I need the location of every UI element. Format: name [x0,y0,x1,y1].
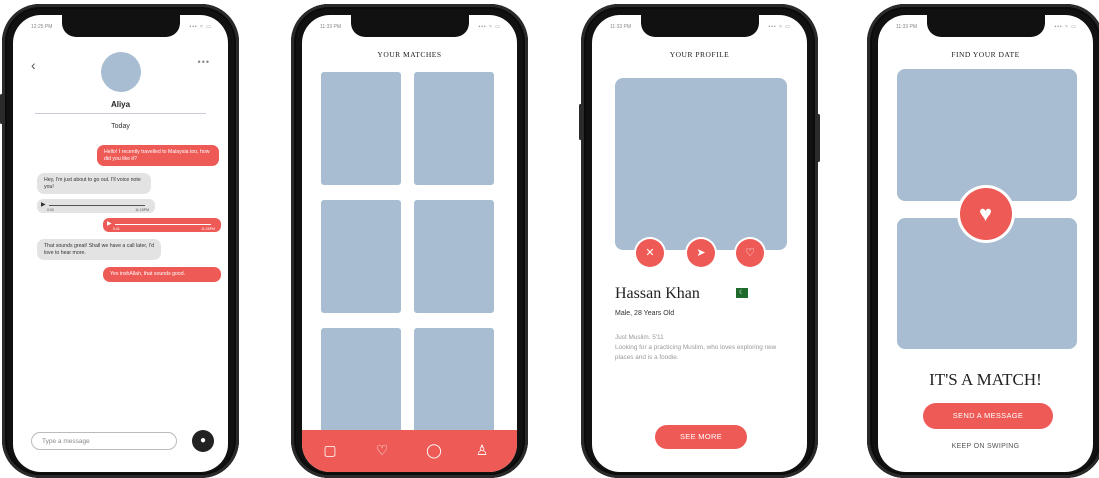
heart-icon: ♥ [959,188,1012,240]
profile-bio: Just Muslim. 5'11 Looking for a practici… [615,333,790,363]
contact-name: Aliya [110,100,131,109]
voice-start-time: 0:00 [47,208,54,212]
page-title: FIND YOUR DATE [951,50,1020,59]
status-icons: ••• ≈ ▭ [189,24,212,30]
status-icons: ••• ≈ ▭ [768,24,791,30]
match-headline: IT'S A MATCH! [929,370,1042,389]
voice-end-time: 11:19PM [135,208,149,212]
status-icons: ••• ≈ ▭ [478,24,501,30]
profile-tagline: Just Muslim. 5'11 [615,334,664,341]
match-screen: 11:33 PM ••• ≈ ▭ FIND YOUR DATE ♥ IT'S A… [878,15,1093,472]
phone-chat: 12:25 PM ••• ≈ ▭ ‹ ••• Aliya Today Hello… [0,4,239,478]
page-title: YOUR PROFILE [669,50,730,59]
tab-bar: ▢ ♡ ◯ ♙ [302,430,517,472]
matches-screen: 11:33 PM ••• ≈ ▭ YOUR MATCHES ▢ ♡ ◯ ♙ [302,15,517,472]
avatar[interactable] [100,52,141,92]
status-icons: ••• ≈ ▭ [1054,24,1077,30]
match-card[interactable] [414,200,494,313]
divider [35,113,206,114]
message-bubble: Yes inshAllah, that sounds good. [103,267,221,282]
status-time: 11:33 PM [610,24,632,30]
play-icon[interactable]: ▶ [107,220,112,227]
notch [926,15,1045,37]
match-card[interactable] [414,72,494,185]
close-icon[interactable]: ✕ [636,239,664,267]
status-time: 12:25 PM [31,24,53,30]
match-card[interactable] [414,328,494,441]
profile-details: Male, 28 Years Old [615,310,675,317]
profile-name: Hassan Khan [615,285,700,302]
profile-photo [615,78,787,250]
chat-screen: 12:25 PM ••• ≈ ▭ ‹ ••• Aliya Today Hello… [13,15,228,472]
voice-progress[interactable] [49,205,145,206]
match-card[interactable] [321,200,401,313]
status-time: 11:33 PM [896,24,918,30]
notch [350,15,469,37]
voice-note[interactable]: ▶ 0:41 11:26PM [103,218,221,232]
match-card[interactable] [321,72,401,185]
voice-end-time: 11:26PM [201,227,215,231]
keep-swiping-link[interactable]: KEEP ON SWIPING [878,443,1093,450]
volume-button [0,94,3,124]
message-input[interactable]: Type a message [31,432,177,450]
send-message-button[interactable]: SEND A MESSAGE [923,403,1053,429]
message-bubble: Hey, I'm just about to go out. I'll voic… [37,173,151,194]
pakistan-flag-icon: ☾ [732,288,748,298]
voice-progress[interactable] [115,224,211,225]
phone-profile: 11:33 PM ••• ≈ ▭ YOUR PROFILE ✕ ➤ ♡ Hass… [579,4,820,478]
chat-bubble-icon[interactable]: ◯ [424,442,444,459]
phone-match: 11:33 PM ••• ≈ ▭ FIND YOUR DATE ♥ IT'S A… [867,4,1099,478]
cards-icon[interactable]: ▢ [320,442,340,459]
heart-icon[interactable]: ♡ [736,239,764,267]
voice-note[interactable]: ▶ 0:00 11:19PM [37,199,155,213]
notch [640,15,759,37]
phone-matches: 11:33 PM ••• ≈ ▭ YOUR MATCHES ▢ ♡ ◯ ♙ [291,4,528,478]
chevron-left-icon[interactable]: ‹ [31,57,36,73]
power-button [817,114,820,162]
day-label: Today [111,123,130,130]
voice-start-time: 0:41 [113,227,120,231]
person-icon[interactable]: ♙ [472,442,492,459]
see-more-button[interactable]: SEE MORE [655,425,747,449]
page-title: YOUR MATCHES [377,50,442,59]
heart-icon[interactable]: ♡ [372,442,392,459]
ellipsis-icon[interactable]: ••• [198,57,210,67]
notch [61,15,180,37]
profile-description: Looking for a practicing Muslim, who lov… [615,344,777,361]
microphone-icon[interactable]: ● [192,430,214,452]
play-icon[interactable]: ▶ [41,201,46,208]
match-photo-top [897,69,1077,201]
message-bubble: That sounds great! Shall we have a call … [37,239,161,260]
message-bubble: Hello! I recently travelled to Malaysia … [97,145,219,166]
status-time: 11:33 PM [320,24,342,30]
match-card[interactable] [321,328,401,441]
send-icon[interactable]: ➤ [687,239,715,267]
volume-button [579,104,582,140]
profile-screen: 11:33 PM ••• ≈ ▭ YOUR PROFILE ✕ ➤ ♡ Hass… [592,15,807,472]
